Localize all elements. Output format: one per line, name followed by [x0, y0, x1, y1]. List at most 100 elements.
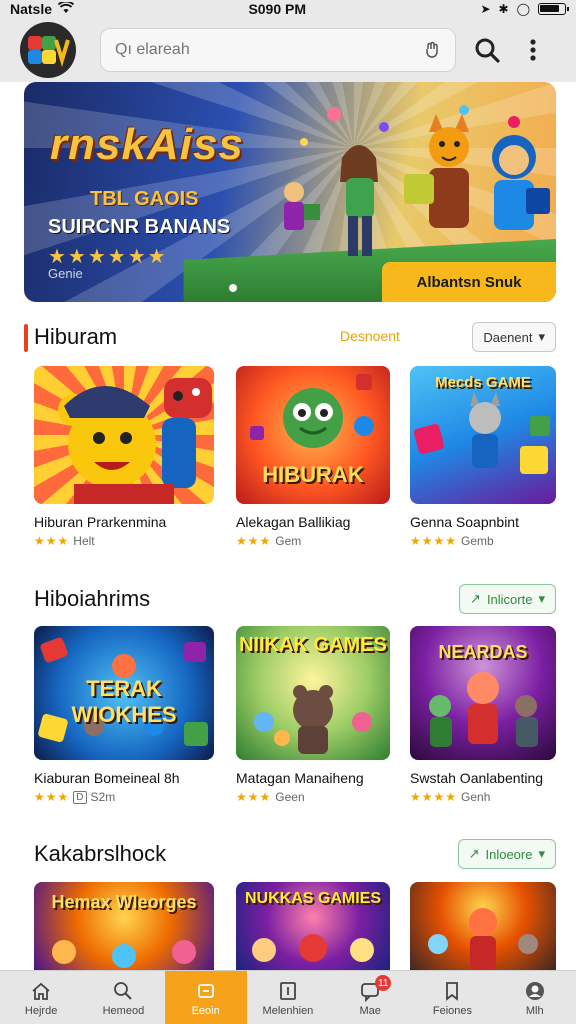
- rating-stars: ★★★: [34, 790, 70, 804]
- section-title: Hiboiahrims: [34, 586, 151, 611]
- nav-profile[interactable]: Mlh: [494, 971, 576, 1024]
- carousel-indicator[interactable]: [229, 284, 237, 292]
- game-card[interactable]: [410, 882, 556, 970]
- app-logo-icon: [28, 36, 70, 67]
- wifi-icon: [57, 0, 75, 17]
- game-card[interactable]: Hiburan Prarkenmina ★★★ Helt: [34, 366, 214, 548]
- game-thumbnail: [410, 882, 556, 970]
- game-card[interactable]: NEARDAS Swstah Oanlabenting ★★★★ Genh: [410, 626, 556, 804]
- rating-stars: ★★★★: [410, 534, 458, 548]
- game-card[interactable]: Mecds GAME Genna Soapnbint ★★★★ Gemb: [410, 366, 556, 548]
- bottom-navigation: Hejrde Hemeod Eeoin Melenhien 11 Mae Fei…: [0, 970, 576, 1024]
- hero-title: rnskAiss: [50, 120, 244, 169]
- game-thumbnail: Mecds GAME: [410, 366, 556, 504]
- clock: S090 PM: [248, 1, 307, 17]
- rating-stars: ★★★: [236, 790, 272, 804]
- game-card[interactable]: HIBURAK Alekagan Ballikiag ★★★ Gem: [236, 366, 390, 548]
- game-thumbnail: TERAK WIOKHES: [34, 626, 214, 760]
- notification-badge: 11: [375, 975, 392, 991]
- battery-fill: [540, 5, 559, 12]
- game-category: Gemb: [461, 534, 494, 548]
- hero-subtitle-2: SUIRCNR BANANS: [48, 216, 231, 238]
- profile-icon: [525, 981, 544, 1000]
- nav-label: Mae: [359, 1004, 381, 1017]
- thumbnail-title-art: Hemax Wleorges: [51, 892, 197, 912]
- game-meta: ★★★ D S2m: [34, 790, 214, 804]
- content-rating-badge: D: [73, 790, 87, 804]
- nav-home[interactable]: Hejrde: [0, 971, 82, 1024]
- more-options-icon[interactable]: [516, 33, 550, 67]
- voice-search-icon[interactable]: [419, 37, 445, 63]
- game-category: Helt: [73, 534, 95, 548]
- game-card[interactable]: Hemax Wleorges: [34, 882, 214, 970]
- nav-messages[interactable]: 11 Mae: [329, 971, 411, 1024]
- game-thumbnail: NEARDAS: [410, 626, 556, 760]
- game-title: Hiburan Prarkenmina: [34, 514, 167, 530]
- nav-library[interactable]: Melenhien: [247, 971, 329, 1024]
- rating-stars: ★★★: [34, 534, 70, 548]
- game-category: Genh: [461, 790, 491, 804]
- top-app-bar: [0, 18, 576, 82]
- hero-cta-button[interactable]: Albantsn Snuk: [382, 262, 556, 302]
- game-meta: ★★★★ Gemb: [410, 534, 556, 548]
- dropdown-label: Inlicorte: [486, 591, 533, 607]
- game-meta: ★★★ Helt: [34, 534, 214, 548]
- nav-label: Eeoin: [191, 1004, 220, 1017]
- thumbnail-title-art: HIBURAK: [262, 462, 364, 487]
- game-thumbnail: HIBURAK: [236, 366, 390, 504]
- app-logo[interactable]: [20, 22, 76, 78]
- carrier-label: Natsle: [10, 1, 53, 17]
- search-bar[interactable]: [100, 28, 456, 72]
- section-filter-dropdown[interactable]: ↗ Inloeore ▾: [457, 839, 556, 869]
- chevron-down-icon: ▾: [538, 846, 545, 861]
- tag-icon: ↗: [470, 591, 481, 606]
- bluetooth-icon: ✱: [498, 2, 509, 16]
- dropdown-label: Inloeore: [485, 846, 533, 862]
- chevron-down-icon: ▾: [538, 591, 545, 606]
- game-icon: [197, 983, 214, 998]
- game-card[interactable]: TERAK WIOKHES Kiaburan Bomeineal 8h ★★★ …: [34, 626, 214, 804]
- section-filter-dropdown[interactable]: ↗ Inlicorte ▾: [459, 584, 556, 614]
- section-header: Hiboiahrims ↗ Inlicorte ▾: [0, 582, 576, 618]
- thumbnail-title-art: NUKKAS GAMIES: [244, 890, 381, 907]
- nav-games[interactable]: Eeoin: [164, 971, 247, 1024]
- section-accent-bar: [24, 324, 28, 352]
- game-card[interactable]: NUKKAS GAMIES: [236, 882, 390, 970]
- game-category: Gem: [275, 534, 302, 548]
- game-thumbnail: NIIKAK GAMES: [236, 626, 390, 760]
- section-header: Hiburam Desnoent Daenent ▾: [0, 320, 576, 356]
- bookmark-icon: [446, 981, 459, 1001]
- game-meta: ★★★★ Genh: [410, 790, 556, 804]
- nav-label: Hejrde: [24, 1004, 58, 1017]
- thumbnail-title-art: NIIKAK GAMES: [239, 634, 387, 656]
- nav-label: Melenhien: [262, 1004, 314, 1017]
- game-category: Geen: [275, 790, 305, 804]
- section-see-more-link[interactable]: Desnoent: [340, 328, 400, 344]
- search-input[interactable]: [115, 41, 419, 59]
- search-icon[interactable]: [470, 33, 504, 67]
- game-meta: ★★★ Geen: [236, 790, 390, 804]
- hero-characters-illustration: [284, 105, 550, 256]
- section-sort-dropdown[interactable]: Daenent ▾: [472, 322, 556, 352]
- thumbnail-title-art: TERAK WIOKHES: [71, 676, 177, 727]
- section-title: Hiburam: [34, 324, 118, 349]
- search-icon: [114, 981, 133, 1000]
- alarm-icon: ◯: [516, 2, 530, 16]
- game-title: Matagan Manaiheng: [236, 770, 364, 786]
- nav-search[interactable]: Hemeod: [82, 971, 164, 1024]
- location-icon: ➤: [480, 2, 491, 16]
- bear-character-art: [58, 378, 212, 504]
- game-card[interactable]: NIIKAK GAMES Matagan Manaiheng ★★★ Geen: [236, 626, 390, 804]
- game-title: Swstah Oanlabenting: [410, 770, 544, 786]
- game-thumbnail: [34, 366, 214, 504]
- game-title: Genna Soapnbint: [410, 514, 519, 530]
- thumbnail-title-art: NEARDAS: [438, 642, 528, 662]
- tag-icon: ↗: [468, 846, 480, 861]
- game-category: S2m: [90, 790, 116, 804]
- nav-favorites[interactable]: Feiones: [411, 971, 493, 1024]
- hero-banner[interactable]: rnskAiss TBL GAOIS SUIRCNR BANANS ★★★★★★…: [24, 82, 556, 302]
- hero-caption: Genie: [48, 266, 83, 281]
- nav-label: Hemeod: [102, 1004, 145, 1017]
- library-icon: [280, 981, 296, 1000]
- chevron-down-icon: ▾: [538, 329, 545, 344]
